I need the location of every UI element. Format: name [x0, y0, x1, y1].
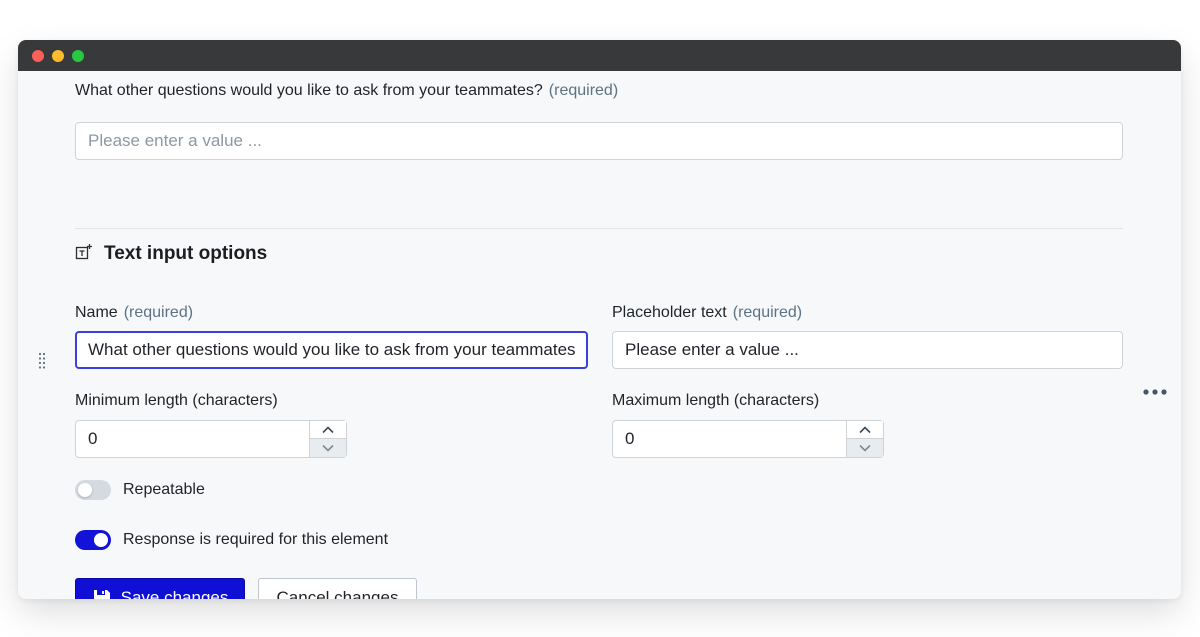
min-length-label: Minimum length (characters) — [75, 392, 278, 409]
save-icon — [93, 589, 110, 599]
placeholder-text-input[interactable] — [612, 331, 1123, 369]
min-length-increment-button[interactable] — [310, 421, 346, 439]
chevron-up-icon — [859, 425, 871, 433]
max-length-input[interactable] — [612, 420, 884, 458]
required-tag: (required) — [732, 304, 803, 321]
placeholder-label-text: Placeholder text — [612, 304, 727, 321]
more-options-icon[interactable] — [1142, 386, 1168, 398]
max-length-stepper — [846, 421, 883, 457]
toggle-knob — [94, 533, 108, 547]
max-length-label: Maximum length (characters) — [612, 392, 820, 409]
name-field-label: Name (required) — [75, 304, 193, 322]
save-changes-button[interactable]: Save changes — [75, 578, 245, 599]
required-response-toggle[interactable] — [75, 530, 111, 550]
maximize-window-dot[interactable] — [72, 50, 84, 62]
repeatable-toggle[interactable] — [75, 480, 111, 500]
drag-handle-icon[interactable] — [38, 352, 46, 370]
placeholder-field-label: Placeholder text (required) — [612, 304, 802, 322]
required-tag: (required) — [123, 304, 194, 321]
question-label-text: What other questions would you like to a… — [75, 82, 543, 99]
max-length-decrement-button[interactable] — [847, 439, 883, 457]
toggle-knob — [78, 483, 92, 497]
chevron-up-icon — [322, 425, 334, 433]
browser-window: What other questions would you like to a… — [18, 40, 1181, 599]
min-length-input[interactable] — [75, 420, 347, 458]
form-editor: What other questions would you like to a… — [18, 71, 1181, 599]
required-response-label: Response is required for this element — [123, 531, 389, 548]
required-tag: (required) — [548, 82, 619, 99]
save-changes-label: Save changes — [120, 587, 229, 600]
question-label: What other questions would you like to a… — [75, 82, 618, 100]
question-preview-input[interactable] — [75, 122, 1123, 160]
chevron-down-icon — [859, 444, 871, 452]
min-length-stepper — [309, 421, 346, 457]
minimize-window-dot[interactable] — [52, 50, 64, 62]
section-divider — [75, 228, 1123, 229]
max-length-increment-button[interactable] — [847, 421, 883, 439]
section-title: Text input options — [104, 243, 268, 264]
cancel-changes-button[interactable]: Cancel changes — [258, 578, 417, 599]
text-field-add-icon — [75, 244, 92, 260]
name-label-text: Name — [75, 304, 118, 321]
min-length-decrement-button[interactable] — [310, 439, 346, 457]
close-window-dot[interactable] — [32, 50, 44, 62]
chevron-down-icon — [322, 444, 334, 452]
cancel-changes-label: Cancel changes — [276, 587, 399, 600]
window-titlebar — [18, 40, 1181, 71]
repeatable-label: Repeatable — [123, 481, 205, 498]
name-input[interactable] — [75, 331, 588, 369]
